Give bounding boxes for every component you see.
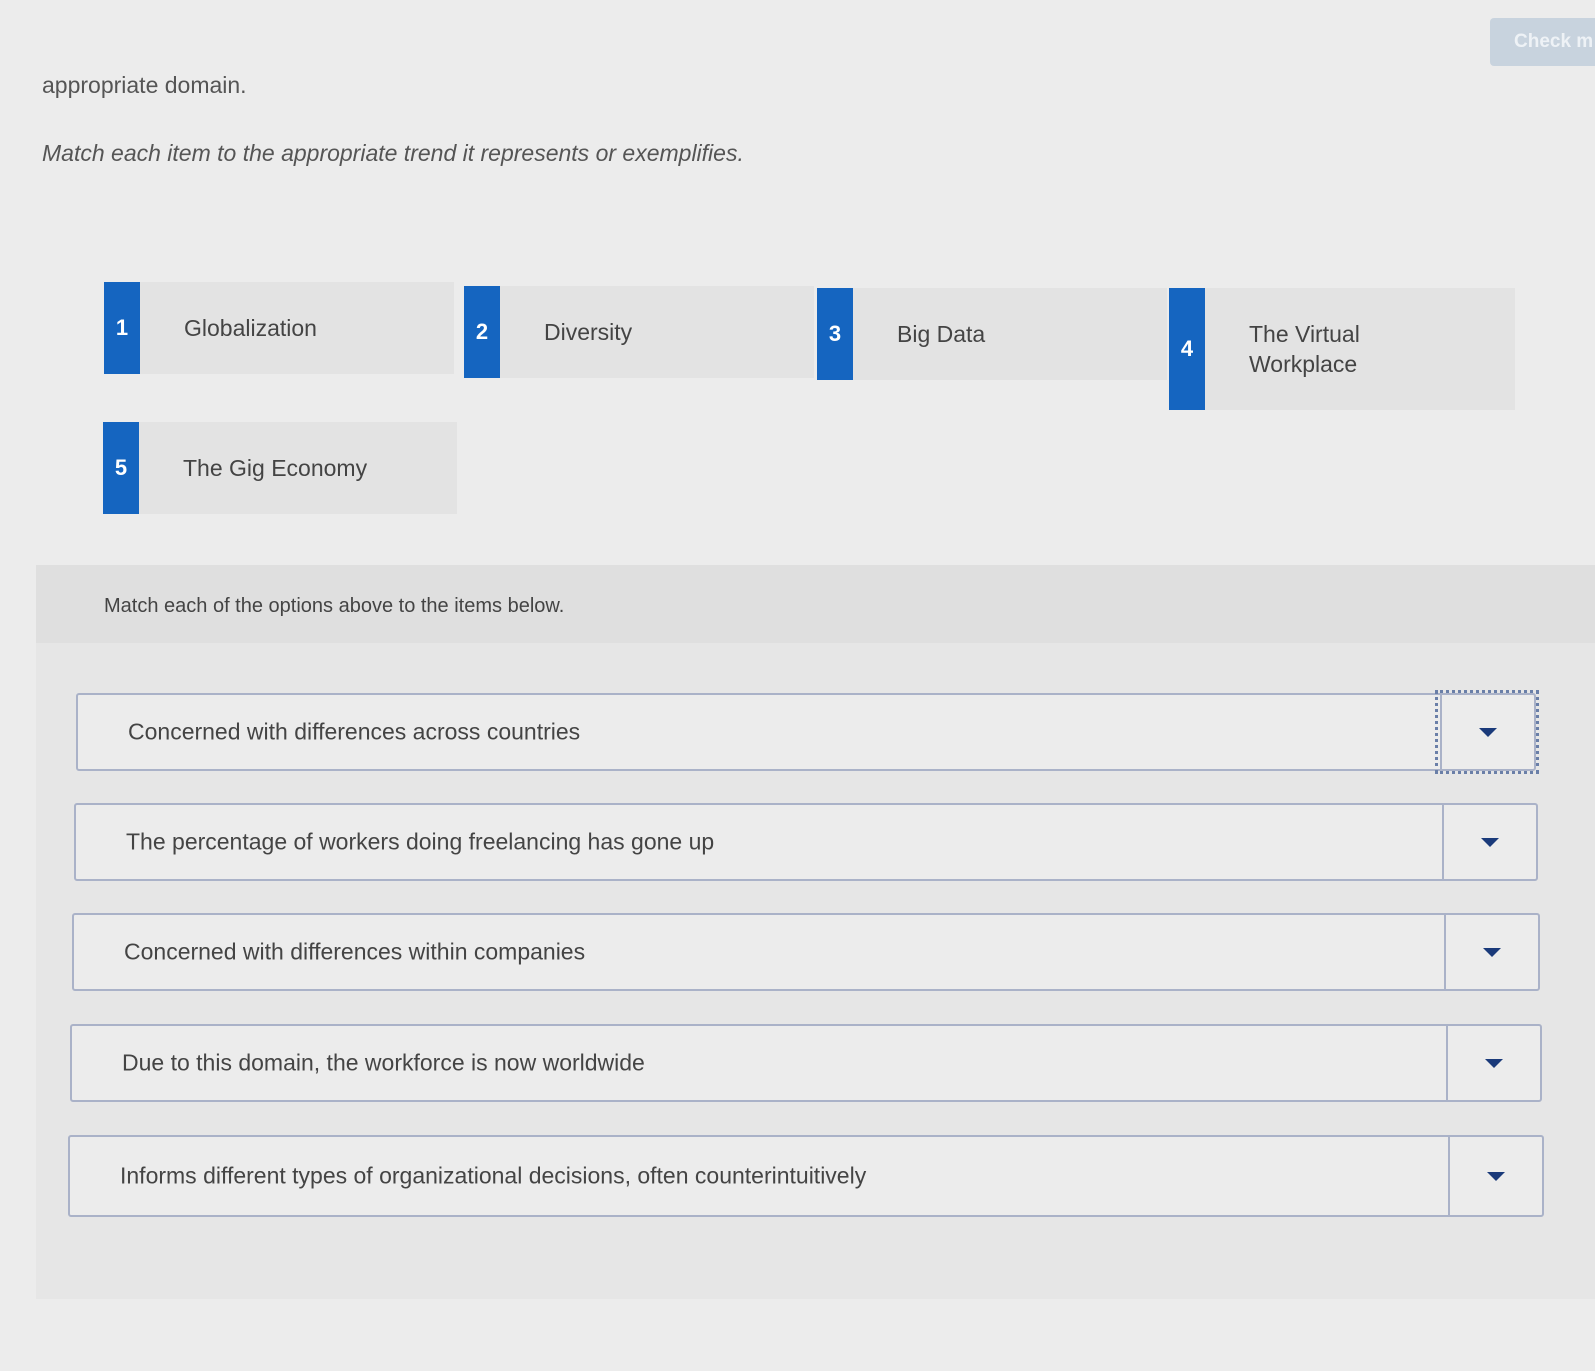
match-item-text: Due to this domain, the workforce is now… — [122, 1049, 645, 1076]
intro-text: appropriate domain. — [42, 72, 247, 98]
instruction-text: Match each item to the appropriate trend… — [42, 140, 744, 166]
chevron-down-icon — [1485, 1058, 1503, 1068]
option-number-badge: 1 — [104, 282, 140, 374]
match-row: Due to this domain, the workforce is now… — [70, 1024, 1542, 1102]
match-row: Concerned with differences within compan… — [72, 913, 1540, 991]
check-my-work-button[interactable]: Check m — [1490, 18, 1595, 66]
match-prompt: Match each of the options above to the i… — [104, 595, 565, 617]
match-dropdown[interactable] — [1446, 1026, 1540, 1100]
match-dropdown[interactable] — [1435, 690, 1539, 774]
chevron-down-icon — [1479, 727, 1497, 737]
match-dropdown[interactable] — [1448, 1137, 1542, 1215]
match-item-text: Concerned with differences across countr… — [128, 718, 581, 745]
match-row: Informs different types of organizationa… — [68, 1135, 1544, 1217]
option-label: The Gig Economy — [183, 455, 368, 481]
match-dropdown[interactable] — [1442, 805, 1536, 879]
match-row: The percentage of workers doing freelanc… — [74, 803, 1538, 881]
match-item-text: The percentage of workers doing freelanc… — [126, 828, 715, 855]
option-number-badge: 2 — [464, 286, 500, 378]
chevron-down-icon — [1483, 947, 1501, 957]
option-number-badge: 3 — [817, 288, 853, 380]
match-dropdown[interactable] — [1444, 915, 1538, 989]
match-item-text: Informs different types of organizationa… — [120, 1162, 867, 1189]
chevron-down-icon — [1481, 837, 1499, 847]
option-card-globalization[interactable]: 1 Globalization — [104, 282, 454, 374]
option-card-virtual-workplace[interactable]: 4 The Virtual Workplace — [1169, 288, 1515, 410]
option-label: Big Data — [897, 321, 986, 347]
option-card-gig-economy[interactable]: 5 The Gig Economy — [103, 422, 457, 514]
match-item-text: Concerned with differences within compan… — [124, 938, 586, 965]
match-row: Concerned with differences across countr… — [76, 690, 1539, 774]
option-number-badge: 5 — [103, 422, 139, 514]
option-card-diversity[interactable]: 2 Diversity — [464, 286, 814, 378]
chevron-down-icon — [1487, 1171, 1505, 1181]
option-number-badge: 4 — [1169, 288, 1205, 410]
match-panel-header: Match each of the options above to the i… — [36, 565, 1595, 643]
option-card-big-data[interactable]: 3 Big Data — [817, 288, 1167, 380]
option-label: Globalization — [184, 315, 317, 341]
option-label: The Virtual Workplace — [1249, 321, 1360, 377]
option-label: Diversity — [544, 319, 633, 345]
match-panel: Match each of the options above to the i… — [36, 565, 1595, 1299]
